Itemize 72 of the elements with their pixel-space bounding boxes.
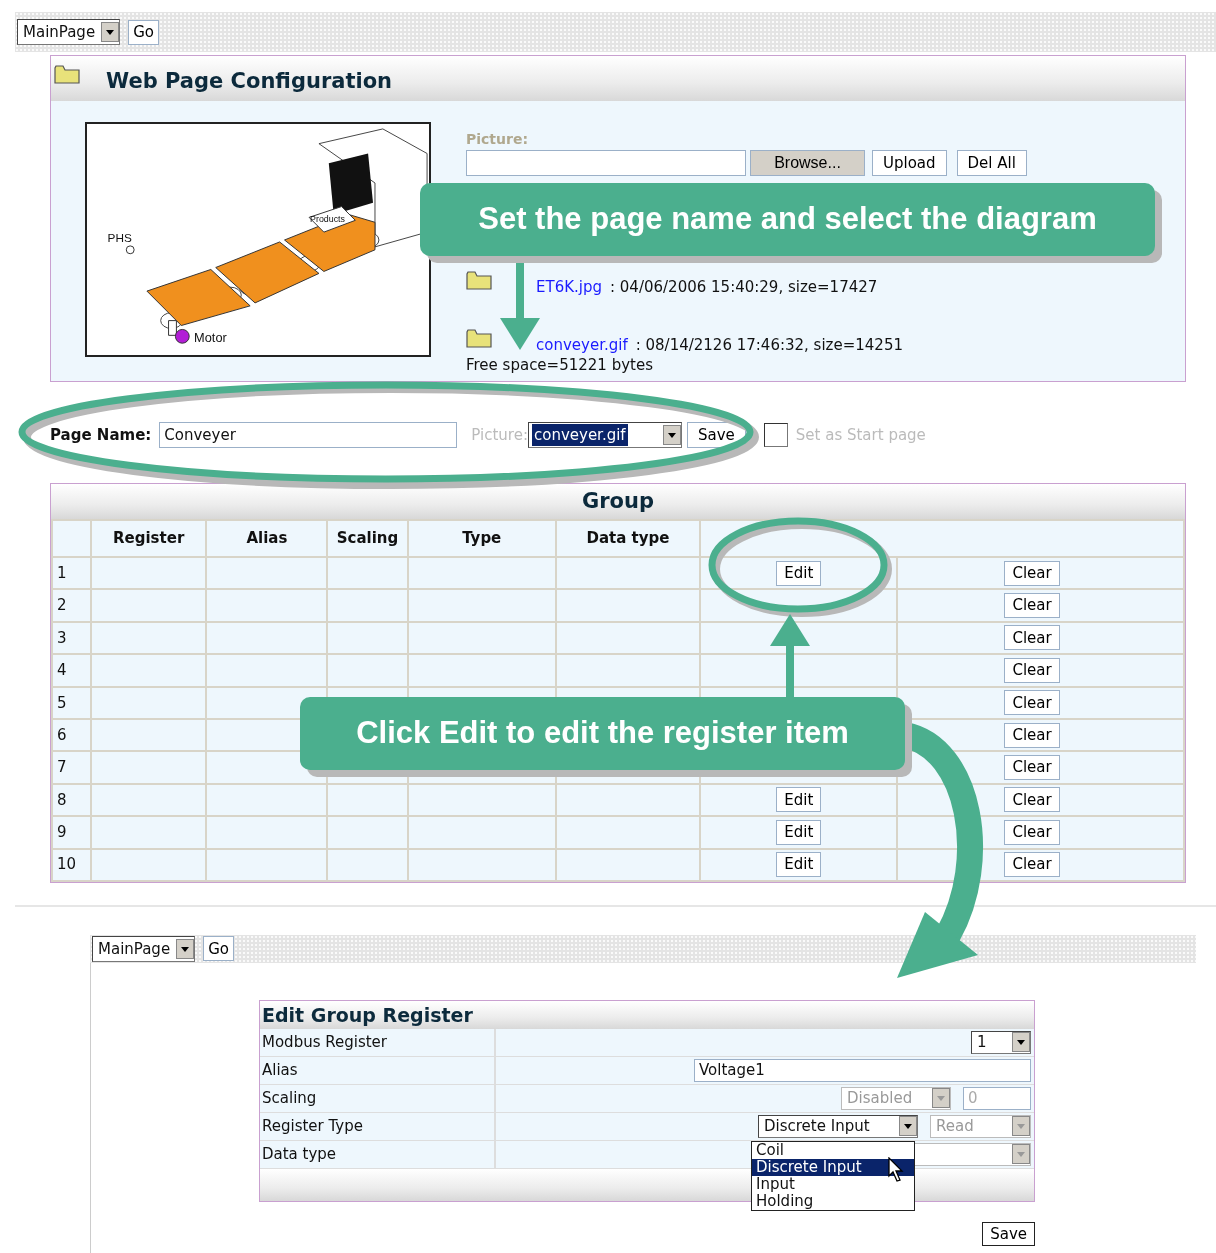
picture-dropdown[interactable]: conveyer.gif: [527, 422, 682, 448]
folder-icon: [54, 64, 80, 84]
text-input[interactable]: Voltage1: [694, 1058, 1031, 1082]
clear-button[interactable]: Clear: [1004, 625, 1060, 651]
row-number: 4: [57, 661, 67, 680]
mouse-pointer-icon: [888, 1156, 906, 1183]
folder-icon: [466, 270, 492, 290]
column-header: Scaling: [336, 529, 399, 548]
edit-button[interactable]: Edit: [776, 819, 822, 845]
file-info: : 08/14/2126 17:46:32, size=14251: [635, 334, 903, 356]
row-number: 3: [57, 628, 67, 647]
edit-button[interactable]: Edit: [776, 787, 822, 813]
file-link[interactable]: conveyer.gif: [536, 333, 628, 356]
clear-button[interactable]: Clear: [1004, 755, 1060, 781]
panel-title: Edit Group Register: [262, 1002, 473, 1028]
go-button[interactable]: Go: [128, 19, 159, 45]
row-number: 9: [57, 823, 67, 842]
row-number: 6: [57, 725, 67, 744]
row-number: 2: [57, 596, 67, 615]
clear-button[interactable]: Clear: [1004, 657, 1060, 683]
page-dropdown[interactable]: MainPage: [92, 935, 196, 962]
folder-icon: [466, 328, 492, 348]
row-number: 10: [57, 855, 77, 874]
file-info: : 04/06/2006 15:40:29, size=17427: [610, 276, 878, 298]
column-header: Data type: [586, 529, 670, 548]
clear-button[interactable]: Clear: [1004, 560, 1060, 586]
dropdown-option[interactable]: Input: [752, 1175, 914, 1193]
diagram-label: PHS: [107, 230, 132, 244]
save-button[interactable]: Save: [982, 1221, 1035, 1246]
file-link[interactable]: ET6K.jpg: [536, 275, 602, 298]
row-number: 5: [57, 693, 67, 712]
column-header: Type: [462, 529, 502, 548]
dropdown[interactable]: Discrete Input: [758, 1114, 918, 1138]
start-page-label: Set as Start page: [795, 424, 926, 446]
picture-label: Picture:: [471, 424, 528, 446]
clear-button[interactable]: Clear: [1004, 593, 1060, 619]
field-label: Scaling: [260, 1084, 496, 1112]
column-header: Alias: [246, 529, 288, 548]
dropdown[interactable]: 1: [971, 1030, 1031, 1054]
dropdown-option[interactable]: Holding: [752, 1192, 914, 1210]
row-number: 7: [57, 758, 67, 777]
upload-button[interactable]: Upload: [872, 150, 947, 176]
row-number: 8: [57, 790, 67, 809]
page-name-label: Page Name:: [50, 424, 152, 446]
delete-all-button[interactable]: Del All: [956, 150, 1027, 176]
diagram-label: Products: [310, 214, 345, 225]
edit-button[interactable]: Edit: [776, 852, 822, 878]
diagram-label: Motor: [194, 330, 227, 346]
start-page-checkbox[interactable]: [763, 423, 788, 447]
browse-button[interactable]: Browse...: [750, 150, 865, 176]
edit-button[interactable]: Edit: [776, 560, 822, 586]
field-label: Data type: [260, 1140, 496, 1168]
clear-button[interactable]: Clear: [1004, 722, 1060, 748]
panel-title: Web Page Configuration: [106, 67, 393, 95]
clear-button[interactable]: Clear: [1004, 819, 1060, 845]
clear-button[interactable]: Clear: [1004, 690, 1060, 716]
dropdown-option[interactable]: Discrete Input: [752, 1158, 914, 1176]
panel-title: Group: [582, 487, 654, 515]
column-header: Register: [113, 529, 185, 548]
clear-button[interactable]: Clear: [1004, 852, 1060, 878]
page-dropdown[interactable]: MainPage: [17, 19, 121, 45]
go-button[interactable]: Go: [203, 936, 234, 962]
row-number: 1: [57, 563, 67, 582]
field-label: Alias: [260, 1056, 496, 1084]
clear-button[interactable]: Clear: [1004, 787, 1060, 813]
free-space-text: Free space=51221 bytes: [466, 355, 654, 376]
dropdown-option[interactable]: Coil: [752, 1141, 914, 1159]
page-name-input[interactable]: Conveyer: [159, 422, 458, 448]
field-label: Modbus Register: [260, 1028, 496, 1056]
file-input[interactable]: [466, 150, 746, 176]
field-label: Register Type: [260, 1112, 496, 1140]
field-label: Picture:: [466, 130, 529, 149]
